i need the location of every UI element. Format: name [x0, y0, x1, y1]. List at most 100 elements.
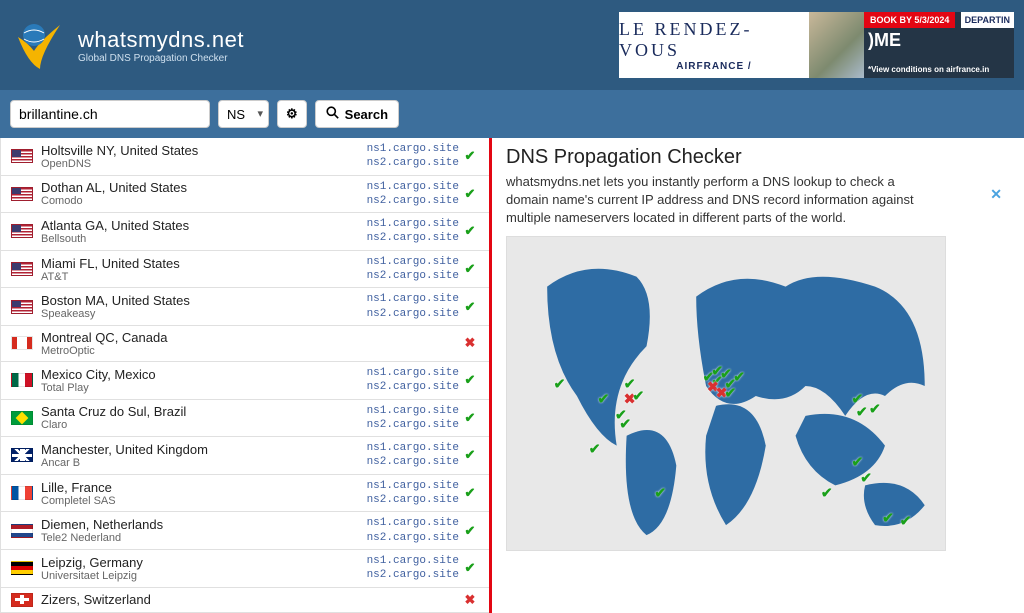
map-marker-ok[interactable]: ✔: [821, 485, 833, 502]
result-row[interactable]: Zizers, Switzerland ✖: [1, 588, 489, 613]
result-provider: AT&T: [41, 271, 349, 283]
result-row[interactable]: Dothan AL, United StatesComodons1.cargo.…: [1, 176, 489, 214]
map-marker-ok[interactable]: ✔: [860, 469, 872, 486]
logo-icon: [10, 15, 70, 75]
check-icon: ✔: [459, 261, 481, 277]
result-row[interactable]: Atlanta GA, United StatesBellsouthns1.ca…: [1, 213, 489, 251]
settings-button[interactable]: ⚙: [277, 100, 307, 128]
result-records: ns1.cargo.sitens2.cargo.site: [349, 366, 459, 395]
ad-ome: )ME: [868, 30, 901, 51]
check-icon: ✔: [459, 186, 481, 202]
result-provider: Completel SAS: [41, 495, 349, 507]
gear-icon: ⚙: [286, 106, 298, 122]
search-button[interactable]: Search: [315, 100, 399, 128]
check-icon: ✔: [459, 372, 481, 388]
result-records: ns1.cargo.sitens2.cargo.site: [349, 516, 459, 545]
result-row[interactable]: Miami FL, United StatesAT&Tns1.cargo.sit…: [1, 251, 489, 289]
ad-headline: LE RENDEZ-VOUS: [619, 19, 809, 61]
result-location: Boston MA, United States: [41, 293, 349, 308]
page-description: whatsmydns.net lets you instantly perfor…: [506, 173, 926, 228]
check-icon: ✔: [459, 223, 481, 239]
result-records: ns1.cargo.sitens2.cargo.site: [349, 404, 459, 433]
results-list: Holtsville NY, United StatesOpenDNSns1.c…: [0, 138, 492, 613]
brand-tagline: Global DNS Propagation Checker: [78, 53, 244, 64]
result-row[interactable]: Santa Cruz do Sul, BrazilClarons1.cargo.…: [1, 400, 489, 438]
map-marker-ok[interactable]: ✔: [882, 510, 894, 527]
brand-name: whatsmydns.net: [78, 27, 244, 53]
result-row[interactable]: Boston MA, United StatesSpeakeasyns1.car…: [1, 288, 489, 326]
result-records: ns1.cargo.sitens2.cargo.site: [349, 292, 459, 321]
search-button-label: Search: [345, 107, 388, 122]
check-icon: ✔: [459, 410, 481, 426]
domain-input[interactable]: [10, 100, 210, 128]
cross-icon: ✖: [459, 335, 481, 351]
result-location: Holtsville NY, United States: [41, 143, 349, 158]
result-location: Atlanta GA, United States: [41, 218, 349, 233]
map-marker-ok[interactable]: ✔: [654, 485, 666, 502]
result-provider: Total Play: [41, 382, 349, 394]
info-panel: DNS Propagation Checker whatsmydns.net l…: [492, 138, 1024, 613]
result-location: Manchester, United Kingdom: [41, 442, 349, 457]
result-records: ns1.cargo.sitens2.cargo.site: [349, 142, 459, 171]
result-provider: OpenDNS: [41, 158, 349, 170]
world-map[interactable]: ✔✔✔✖✔✔✔✔✔✔✔✖✖✔✔✔✔✔✔✔✔✔✔✔✔✔: [506, 236, 946, 551]
result-provider: Bellsouth: [41, 233, 349, 245]
map-marker-ok[interactable]: ✔: [900, 513, 912, 530]
header-ad[interactable]: LE RENDEZ-VOUS AIRFRANCE / BOOK BY 5/3/2…: [619, 12, 1014, 78]
map-marker-ok[interactable]: ✔: [733, 369, 745, 386]
result-location: Zizers, Switzerland: [41, 592, 349, 607]
result-records: ns1.cargo.sitens2.cargo.site: [349, 217, 459, 246]
result-provider: Speakeasy: [41, 308, 349, 320]
result-location: Leipzig, Germany: [41, 555, 349, 570]
close-ad-icon[interactable]: ✕: [990, 186, 1002, 203]
check-icon: ✔: [459, 299, 481, 315]
map-marker-ok[interactable]: ✔: [869, 400, 881, 417]
check-icon: ✔: [459, 447, 481, 463]
flag-icon: [11, 373, 33, 387]
check-icon: ✔: [459, 148, 481, 164]
flag-icon: [11, 149, 33, 163]
result-provider: MetroOptic: [41, 345, 349, 357]
map-marker-ok[interactable]: ✔: [856, 403, 868, 420]
result-location: Dothan AL, United States: [41, 180, 349, 195]
map-marker-ok[interactable]: ✔: [597, 391, 609, 408]
map-marker-ok[interactable]: ✔: [852, 453, 864, 470]
result-location: Lille, France: [41, 480, 349, 495]
site-header: whatsmydns.net Global DNS Propagation Ch…: [0, 0, 1024, 90]
result-records: ns1.cargo.sitens2.cargo.site: [349, 554, 459, 583]
result-row[interactable]: Leipzig, GermanyUniversitaet Leipzigns1.…: [1, 550, 489, 588]
result-location: Diemen, Netherlands: [41, 517, 349, 532]
result-row[interactable]: Mexico City, MexicoTotal Playns1.cargo.s…: [1, 362, 489, 400]
map-marker-ok[interactable]: ✔: [619, 416, 631, 433]
page-title: DNS Propagation Checker: [506, 146, 1014, 169]
ad-depart-badge: DEPARTIN: [961, 12, 1014, 28]
cross-icon: ✖: [459, 592, 481, 608]
map-marker-ok[interactable]: ✔: [589, 441, 601, 458]
result-row[interactable]: Diemen, NetherlandsTele2 Nederlandns1.ca…: [1, 512, 489, 550]
record-type-select[interactable]: NS: [218, 100, 269, 128]
result-row[interactable]: Holtsville NY, United StatesOpenDNSns1.c…: [1, 138, 489, 176]
result-row[interactable]: Montreal QC, CanadaMetroOptic ✖: [1, 326, 489, 362]
flag-icon: [11, 593, 33, 607]
ad-brand: AIRFRANCE /: [676, 61, 751, 72]
map-marker-ok[interactable]: ✔: [554, 375, 566, 392]
map-marker-ok[interactable]: ✔: [725, 385, 737, 402]
map-marker-ok[interactable]: ✔: [633, 388, 645, 405]
result-location: Miami FL, United States: [41, 256, 349, 271]
flag-icon: [11, 561, 33, 575]
result-records: ns1.cargo.sitens2.cargo.site: [349, 441, 459, 470]
result-records: ns1.cargo.sitens2.cargo.site: [349, 180, 459, 209]
flag-icon: [11, 411, 33, 425]
flag-icon: [11, 224, 33, 238]
result-location: Santa Cruz do Sul, Brazil: [41, 404, 349, 419]
result-row[interactable]: Manchester, United KingdomAncar Bns1.car…: [1, 437, 489, 475]
ad-conditions: *View conditions on airfrance.in: [868, 65, 989, 74]
flag-icon: [11, 448, 33, 462]
flag-icon: [11, 300, 33, 314]
search-icon: [326, 106, 339, 122]
result-location: Montreal QC, Canada: [41, 330, 349, 345]
brand-logo[interactable]: whatsmydns.net Global DNS Propagation Ch…: [10, 15, 244, 75]
search-bar: NS ▾ ⚙ Search: [0, 90, 1024, 138]
result-provider: Universitaet Leipzig: [41, 570, 349, 582]
result-row[interactable]: Lille, FranceCompletel SASns1.cargo.site…: [1, 475, 489, 513]
